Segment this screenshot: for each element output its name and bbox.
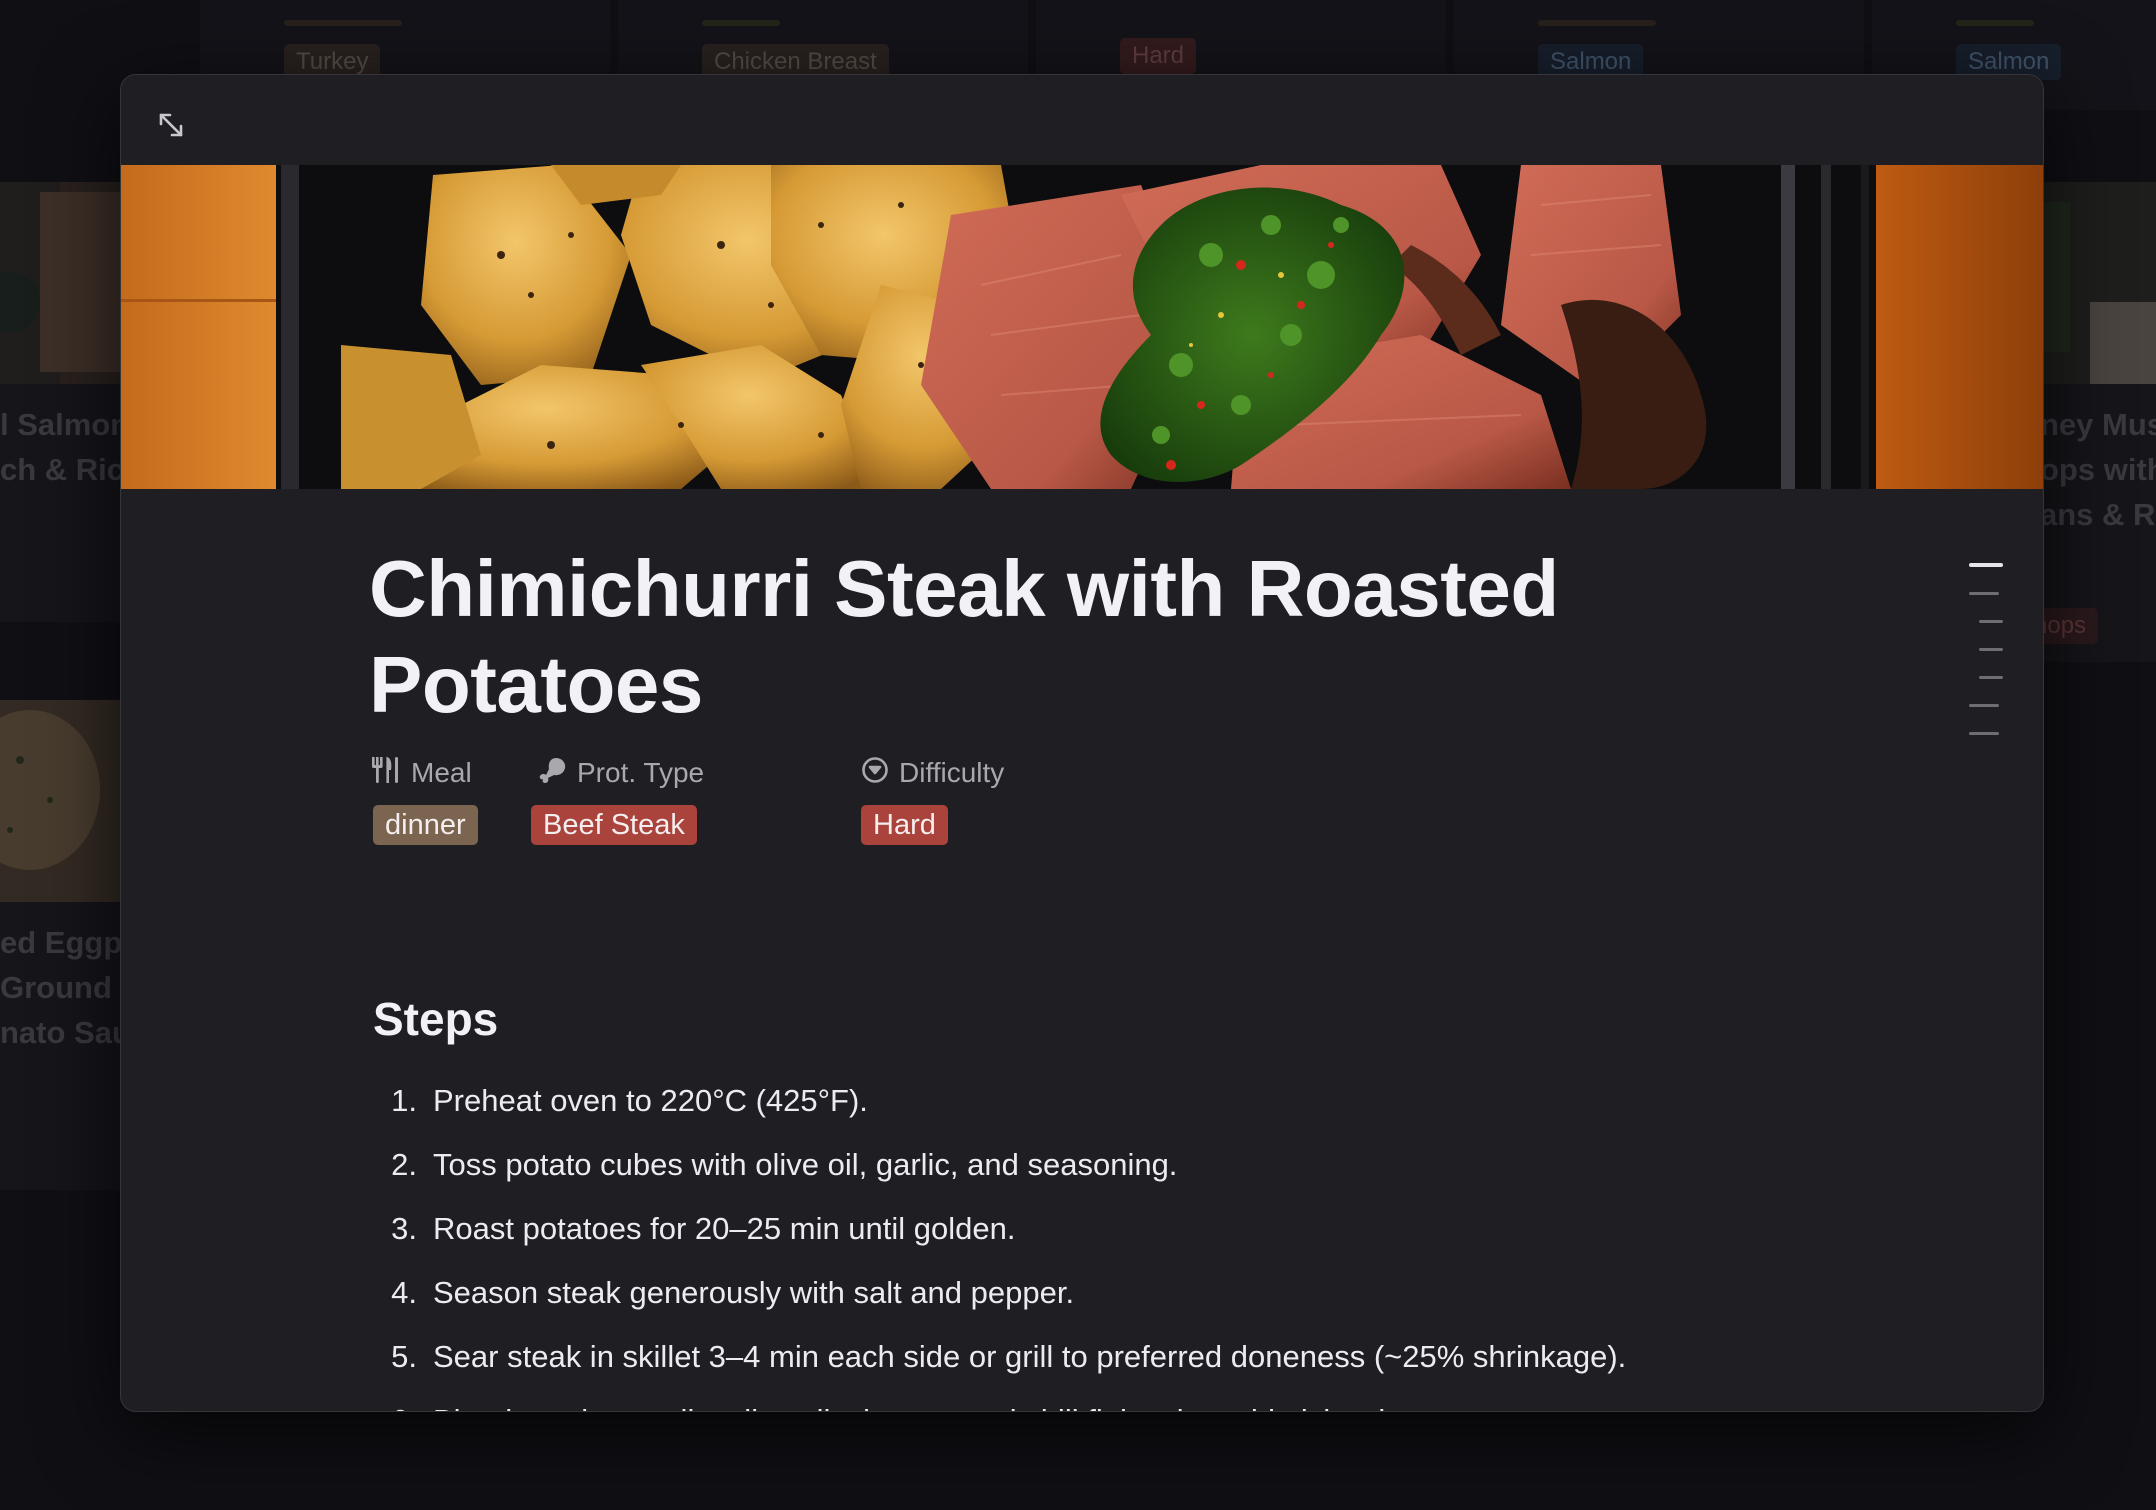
difficulty-tag[interactable]: Hard (861, 805, 948, 845)
property-difficulty-label: Difficulty (899, 757, 1005, 788)
fork-knife-icon (371, 756, 401, 791)
protein-type-tag[interactable]: Beef Steak (531, 805, 697, 845)
list-item[interactable]: 4. Season steak generously with salt and… (373, 1261, 1873, 1325)
list-item-number: 5. (391, 1339, 417, 1374)
page-content: Chimichurri Steak with Roasted Potatoes (121, 489, 2043, 1411)
list-item-number: 3. (391, 1211, 417, 1246)
list-item-text: Roast potatoes for 20–25 min until golde… (433, 1211, 1016, 1246)
expand-icon[interactable] (151, 105, 191, 145)
list-item[interactable]: 1. Preheat oven to 220°C (425°F). (373, 1069, 1873, 1133)
property-meal-header[interactable]: Meal (371, 755, 472, 791)
list-item-number: 1. (391, 1083, 417, 1118)
list-item-text: Toss potato cubes with olive oil, garlic… (433, 1147, 1178, 1182)
list-item[interactable]: 2. Toss potato cubes with olive oil, gar… (373, 1133, 1873, 1197)
modal-topbar (121, 75, 2043, 165)
property-protein-type-header[interactable]: Prot. Type (539, 755, 704, 791)
list-item-number: 4. (391, 1275, 417, 1310)
property-difficulty: Difficulty Hard (861, 755, 1004, 845)
toc-item[interactable] (1979, 620, 2003, 623)
property-difficulty-header[interactable]: Difficulty (861, 755, 1004, 791)
table-of-contents[interactable] (1969, 563, 2003, 760)
cover-image (121, 165, 2043, 489)
steps-heading: Steps (373, 993, 499, 1045)
list-item-number: 6. (373, 1389, 417, 1411)
property-meal: Meal dinner (371, 755, 478, 845)
list-item-text: Preheat oven to 220°C (425°F). (433, 1083, 868, 1118)
list-item[interactable]: 3. Roast potatoes for 20–25 min until go… (373, 1197, 1873, 1261)
toc-item[interactable] (1969, 563, 2003, 567)
list-item-text: Sear steak in skillet 3–4 min each side … (433, 1339, 1627, 1374)
toc-item[interactable] (1969, 732, 1999, 735)
list-item[interactable]: 5. Sear steak in skillet 3–4 min each si… (373, 1325, 1873, 1389)
toc-item[interactable] (1969, 592, 1999, 595)
toc-item[interactable] (1979, 676, 2003, 679)
property-protein-type-label: Prot. Type (577, 757, 705, 788)
list-item-number: 2. (391, 1147, 417, 1182)
list-item-text: Blend parsley, garlic, olive oil, vinega… (433, 1389, 1485, 1411)
recipe-modal: Chimichurri Steak with Roasted Potatoes (120, 74, 2044, 1412)
circle-chevron-down-icon (861, 756, 889, 791)
steps-list: 1. Preheat oven to 220°C (425°F). 2. Tos… (373, 1069, 1873, 1411)
toc-item[interactable] (1969, 704, 1999, 707)
property-meal-label: Meal (411, 757, 472, 788)
toc-item[interactable] (1979, 648, 2003, 651)
list-item[interactable]: 6. Blend parsley, garlic, olive oil, vin… (373, 1389, 1873, 1411)
meal-tag[interactable]: dinner (373, 805, 478, 845)
property-protein-type: Prot. Type Beef Steak (531, 755, 704, 845)
page-title[interactable]: Chimichurri Steak with Roasted Potatoes (369, 541, 1769, 733)
list-item-text: Season steak generously with salt and pe… (433, 1275, 1075, 1310)
drumstick-icon (539, 756, 567, 791)
